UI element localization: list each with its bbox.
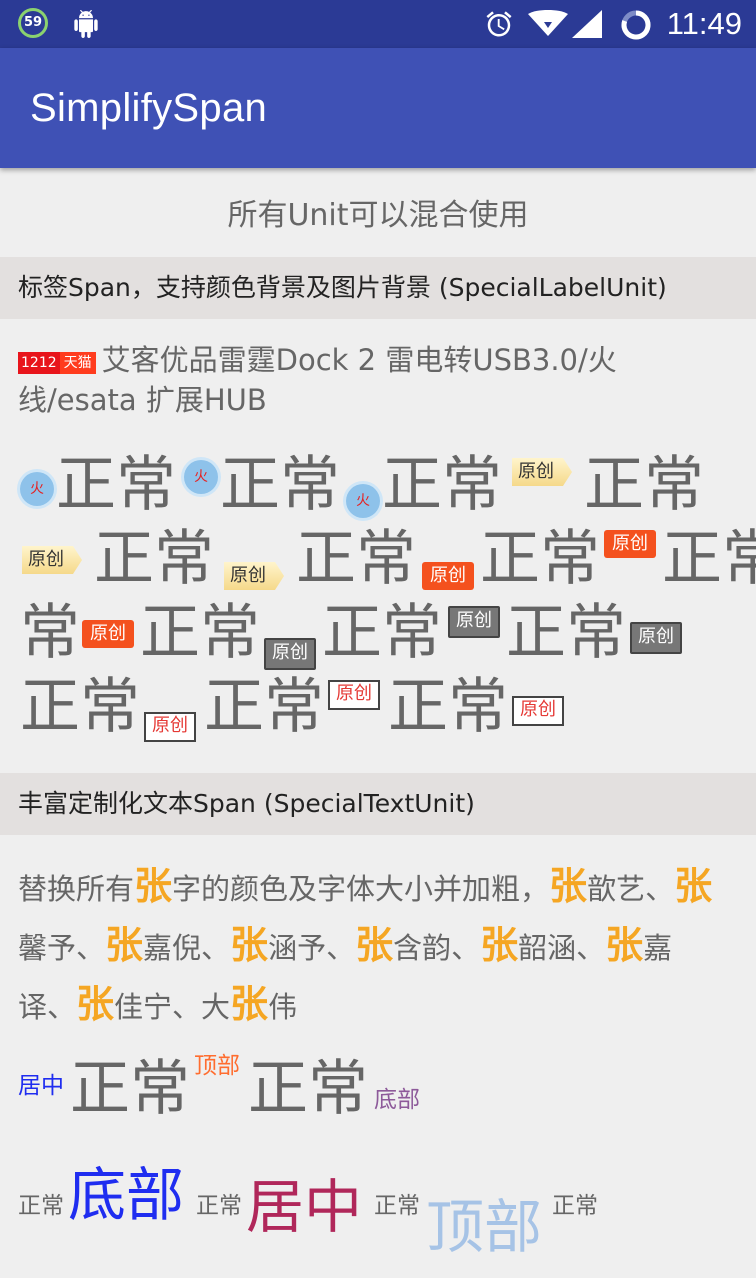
clock: 11:49 (666, 6, 742, 41)
demo-line-4: 正常 原创 正常 原创 正常 原创 (18, 670, 738, 744)
center-label: 居中 (18, 1073, 64, 1099)
rich-text: 含韵、 (393, 931, 481, 965)
normal-small: 正常 (18, 1193, 64, 1219)
top-large: 顶部 (426, 1193, 543, 1261)
status-bar: 59 11:49 (0, 0, 756, 48)
normal-text: 正常 (480, 524, 600, 594)
fire-badge-icon: 火 (346, 484, 380, 518)
tag-1212: 1212 (18, 352, 60, 374)
demo-line-2: 原创 正常 原创 正常 原创 正常 原创 正常 (18, 522, 756, 596)
original-label-red: 原创 (512, 696, 564, 726)
original-label-gray: 原创 (448, 606, 500, 638)
original-label-gold: 原创 (22, 546, 82, 574)
rich-text: 歆艺、 (587, 872, 675, 906)
normal-text: 正常 (382, 450, 502, 520)
highlight-zhang: 张 (480, 923, 519, 967)
intro-text: 所有Unit可以混合使用 (227, 198, 529, 233)
rich-text: 佳宁、大 (114, 990, 231, 1024)
tag-tmall: 天猫 (59, 352, 96, 374)
wifi-icon (528, 10, 568, 36)
highlight-zhang: 张 (674, 864, 713, 908)
original-label-orange: 原创 (422, 562, 474, 590)
normal-text: 正常 (248, 1054, 368, 1124)
demo-line-1: 火 正常 火 正常 火 正常 原创 正常 (18, 448, 738, 522)
signal-icon (572, 10, 602, 38)
rich-text: 涵予、 (268, 931, 356, 965)
highlight-zhang: 张 (230, 923, 269, 967)
fire-badge-icon: 火 (20, 472, 54, 506)
original-label-orange: 原创 (604, 530, 656, 558)
fire-badge-icon: 火 (184, 460, 218, 494)
normal-small: 正常 (374, 1193, 420, 1219)
normal-text: 正常 (204, 672, 324, 742)
battery-circle-icon (621, 10, 651, 40)
rich-text: 字的颜色及字体大小并加粗， (172, 872, 550, 906)
highlight-zhang: 张 (355, 923, 394, 967)
alarm-icon (486, 11, 512, 37)
original-label-red: 原创 (144, 712, 196, 742)
normal-text: 正常 (506, 598, 626, 668)
normal-text: 正常 (94, 524, 214, 594)
highlight-zhang: 张 (105, 923, 144, 967)
original-label-gold: 原创 (224, 562, 284, 590)
normal-text-tail: 常 (20, 598, 80, 668)
normal-small: 正常 (552, 1193, 598, 1219)
original-label-gray: 原创 (264, 638, 316, 670)
highlight-zhang: 张 (230, 982, 269, 1026)
top-label: 顶部 (194, 1053, 240, 1079)
center-large: 居中 (246, 1173, 363, 1241)
android-icon (74, 10, 98, 38)
normal-text: 正常 (70, 1054, 190, 1124)
normal-text: 正常 (220, 450, 340, 520)
highlight-zhang: 张 (605, 923, 644, 967)
original-label-gray: 原创 (630, 622, 682, 654)
normal-small: 正常 (196, 1193, 242, 1219)
normal-text: 正常 (20, 672, 140, 742)
rich-text-paragraph: 替换所有张字的颜色及字体大小并加粗，张歆艺、张馨予、张嘉倪、张涵予、张含韵、张韶… (18, 858, 728, 1035)
original-label-gold: 原创 (512, 458, 572, 486)
normal-text: 正常 (296, 524, 416, 594)
rich-text: 韶涵、 (518, 931, 606, 965)
section-header-label-unit: 标签Span，支持颜色背景及图片背景 (SpecialLabelUnit) (0, 257, 756, 319)
original-label-orange: 原创 (82, 620, 134, 648)
bottom-large: 底部 (68, 1161, 185, 1229)
section-header-text-unit: 丰富定制化文本Span (SpecialTextUnit) (0, 773, 756, 835)
rich-text: 馨予、 (18, 931, 106, 965)
normal-text: 正常 (388, 672, 508, 742)
normal-text: 正常 (662, 524, 756, 594)
demo-line-3: 常 原创 正常 原创 正常 原创 正常 原创 (18, 596, 738, 670)
highlight-zhang: 张 (76, 982, 115, 1026)
app-title: SimplifySpan (30, 86, 268, 130)
product-name: 艾客优品雷霆Dock 2 雷电转USB3.0/火线/esata 扩展HUB (18, 343, 617, 417)
app-bar: SimplifySpan (0, 48, 756, 168)
bottom-label: 底部 (374, 1087, 420, 1113)
rich-text: 嘉倪、 (143, 931, 231, 965)
normal-text: 正常 (56, 450, 176, 520)
highlight-zhang: 张 (549, 864, 588, 908)
rich-text: 替换所有 (18, 872, 135, 906)
normal-text: 正常 (584, 450, 704, 520)
special-label-demo: 火 正常 火 正常 火 正常 原创 正常 原创 正常 原创 正常 原创 正常 原… (18, 448, 756, 744)
normal-text: 正常 (140, 598, 260, 668)
product-title: 1212 天猫 艾客优品雷霆Dock 2 雷电转USB3.0/火线/esata 扩展… (18, 340, 718, 420)
normal-text: 正常 (322, 598, 442, 668)
rich-text: 伟 (268, 990, 298, 1024)
original-label-red: 原创 (328, 680, 380, 710)
notification-count-icon: 59 (18, 8, 48, 38)
highlight-zhang: 张 (134, 864, 173, 908)
